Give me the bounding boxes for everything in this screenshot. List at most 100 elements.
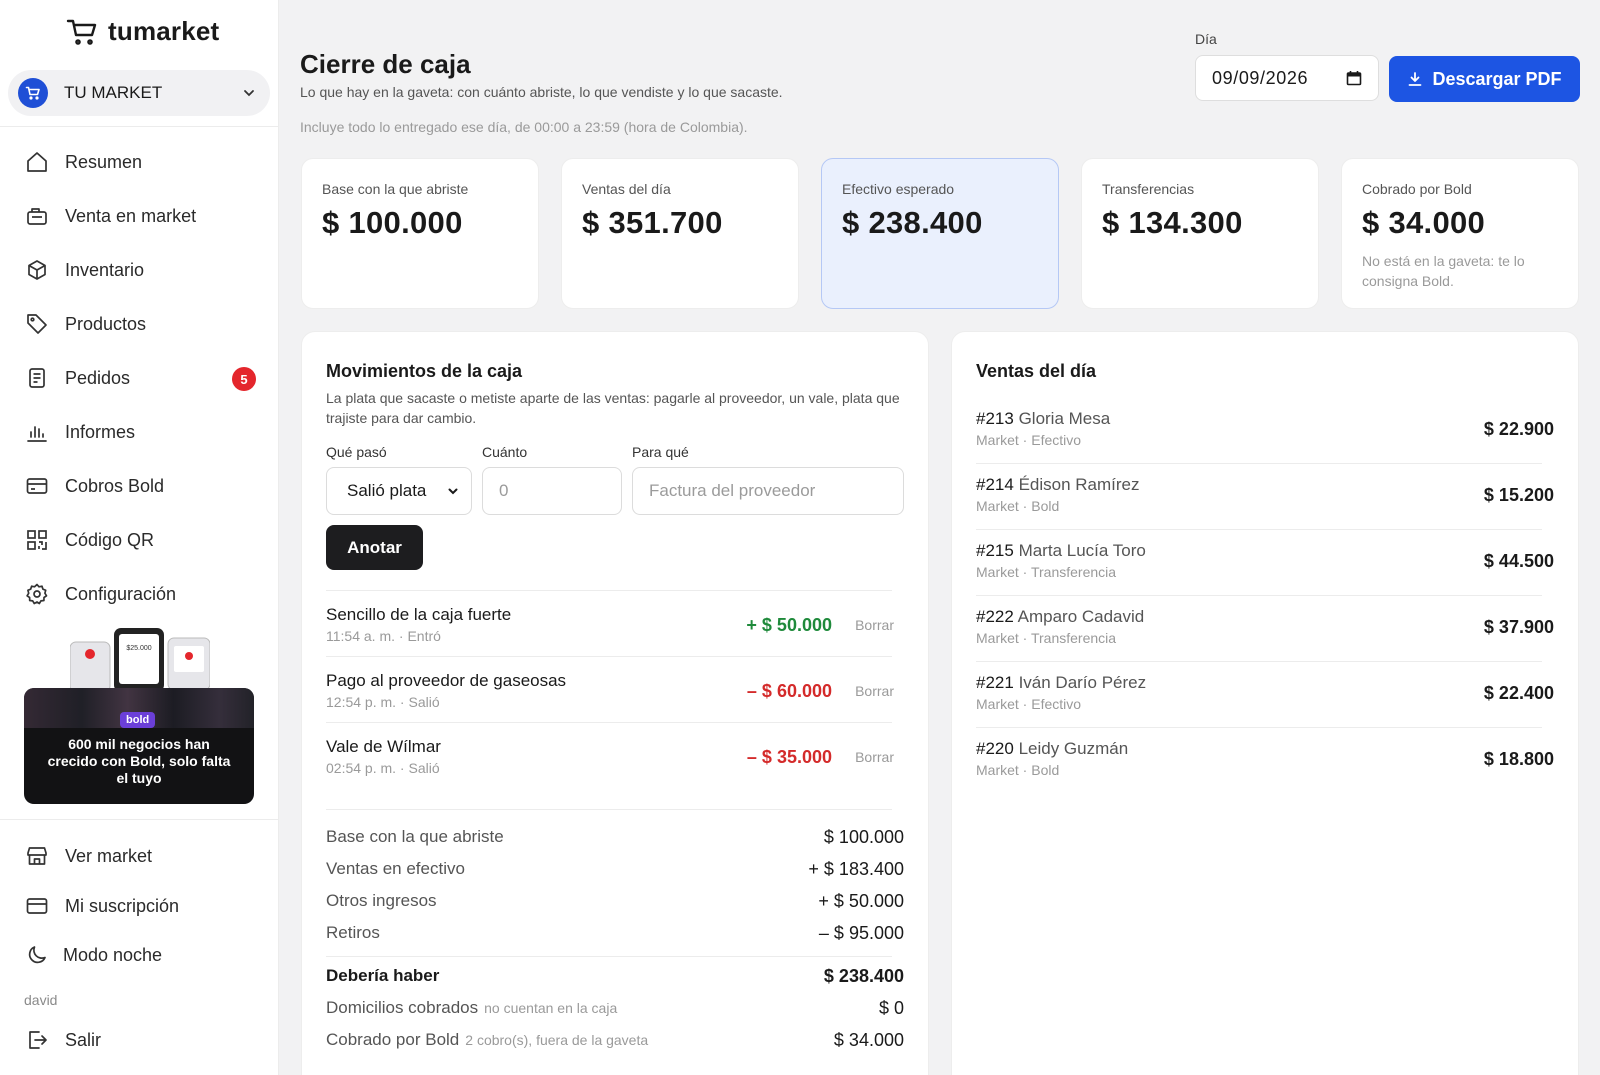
sidebar-item-resumen[interactable]: Resumen (24, 142, 260, 182)
total-value: $ 238.400 (823, 966, 904, 986)
movement-amount: + $ 50.000 (746, 615, 832, 635)
movement-name: Vale de Wílmar (326, 737, 441, 756)
summary-label: Domicilios cobrados (326, 998, 479, 1017)
sale-amount: $ 44.500 (1483, 551, 1554, 571)
sidebar-item-ver-market[interactable]: Ver market (24, 836, 260, 876)
date-value: 09/09/2026 (1212, 67, 1309, 88)
date-picker-input[interactable]: 09/09/2026 (1195, 55, 1379, 101)
promo-text: 600 mil negocios han crecido con Bold, s… (47, 736, 231, 786)
panel-title: Movimientos de la caja (326, 361, 523, 381)
divider (976, 529, 1542, 530)
anotar-button[interactable]: Anotar (326, 525, 423, 570)
sale-number: #222 (976, 607, 1014, 626)
sidebar-item-cobros-bold[interactable]: Cobros Bold (24, 466, 260, 506)
store-name: TU MARKET (64, 83, 163, 102)
night-mode-toggle[interactable]: Modo noche (24, 935, 260, 975)
tag-icon (24, 311, 50, 337)
sale-number: #215 (976, 541, 1014, 560)
sale-title: #222 Amparo Cadavid (976, 607, 1144, 627)
cash-register-icon (24, 203, 50, 229)
divider (976, 727, 1542, 728)
movement-amount: – $ 35.000 (746, 747, 832, 767)
sale-number: #213 (976, 409, 1014, 428)
divider (326, 722, 892, 723)
sidebar-item-label: Mi suscripción (65, 895, 180, 916)
user-name: david (24, 992, 58, 1008)
sidebar-item-pedidos[interactable]: Pedidos 5 (24, 358, 260, 398)
sale-customer: Iván Darío Pérez (1018, 673, 1147, 692)
moon-icon (24, 942, 50, 968)
sale-customer: Leidy Guzmán (1018, 739, 1129, 758)
stat-value: $ 100.000 (322, 205, 463, 240)
stat-card-base: Base con la que abriste $ 100.000 (301, 158, 539, 309)
type-label: Qué pasó (326, 444, 387, 460)
stat-label: Transferencias (1102, 181, 1195, 197)
sidebar-item-mi-suscripcion[interactable]: Mi suscripción (24, 886, 260, 926)
sidebar-item-label: Productos (65, 313, 147, 334)
delete-movement-button[interactable]: Borrar (855, 749, 894, 765)
stat-card-transferencias: Transferencias $ 134.300 (1081, 158, 1319, 309)
panel-title: Ventas del día (976, 361, 1097, 381)
summary-hint: no cuentan en la caja (484, 1000, 618, 1016)
page-subtitle: Lo que hay en la gaveta: con cuánto abri… (300, 84, 783, 100)
brand-name: tumarket (108, 16, 220, 46)
download-pdf-button[interactable]: Descargar PDF (1389, 56, 1580, 102)
download-pdf-label: Descargar PDF (1432, 68, 1562, 89)
panel-description: La plata que sacaste o metiste aparte de… (326, 390, 900, 426)
home-icon (24, 149, 50, 175)
promo-card[interactable]: bold 600 mil negocios han crecido con Bo… (24, 688, 254, 804)
summary-hint: 2 cobro(s), fuera de la gaveta (465, 1032, 649, 1048)
bar-chart-icon (24, 419, 50, 445)
sidebar-item-label: Resumen (65, 151, 143, 172)
store-selector[interactable]: TU MARKET (8, 70, 270, 116)
calendar-icon[interactable] (1346, 70, 1362, 86)
purpose-input[interactable]: Factura del proveedor (632, 467, 904, 515)
sale-meta: Market · Efectivo (976, 696, 1082, 712)
movement-type-select[interactable]: Salió plata (326, 467, 472, 515)
delete-movement-button[interactable]: Borrar (855, 617, 894, 633)
sidebar-item-label: Inventario (65, 259, 145, 280)
logout-icon (24, 1027, 50, 1053)
sidebar-item-inventario[interactable]: Inventario (24, 250, 260, 290)
sale-title: #221 Iván Darío Pérez (976, 673, 1146, 693)
store-icon (24, 843, 50, 869)
brand-logo[interactable]: tumarket (66, 16, 219, 47)
chevron-down-icon (244, 90, 254, 97)
sidebar-item-informes[interactable]: Informes (24, 412, 260, 452)
summary-label: Otros ingresos (326, 891, 437, 910)
delete-movement-button[interactable]: Borrar (855, 683, 894, 699)
sidebar-item-codigo-qr[interactable]: Código QR (24, 520, 260, 560)
summary-label: Ventas en efectivo (326, 859, 465, 878)
download-icon (1409, 72, 1422, 86)
sidebar-item-productos[interactable]: Productos (24, 304, 260, 344)
sale-customer: Marta Lucía Toro (1018, 541, 1146, 560)
box-icon (24, 257, 50, 283)
divider (976, 595, 1542, 596)
sale-number: #221 (976, 673, 1014, 692)
amount-input[interactable]: 0 (482, 467, 622, 515)
stat-value: $ 351.700 (582, 205, 723, 240)
bold-promo-banner[interactable]: $25.000 bold 600 mil negocios han crecid… (24, 626, 254, 804)
chevron-down-icon (448, 488, 458, 495)
summary-value: $ 100.000 (823, 827, 904, 847)
sidebar-item-configuracion[interactable]: Configuración (24, 574, 260, 614)
sale-amount: $ 37.900 (1483, 617, 1554, 637)
daily-sales-panel: Ventas del día #213 Gloria Mesa Market ·… (951, 331, 1579, 1075)
sale-customer: Amparo Cadavid (1017, 607, 1145, 626)
sale-meta: Market · Bold (976, 762, 1060, 778)
cash-movements-panel: Movimientos de la caja La plata que saca… (301, 331, 929, 1075)
page-title: Cierre de caja (300, 49, 471, 79)
stat-card-efectivo-esperado: Efectivo esperado $ 238.400 (821, 158, 1059, 309)
sale-meta: Market · Efectivo (976, 432, 1082, 448)
stat-label: Efectivo esperado (842, 181, 955, 197)
logout-button[interactable]: Salir (24, 1020, 260, 1060)
divider (976, 661, 1542, 662)
sale-customer: Édison Ramírez (1018, 475, 1140, 494)
sale-number: #214 (976, 475, 1014, 494)
summary-label: Retiros (326, 923, 380, 942)
divider (326, 590, 892, 591)
divider (326, 656, 892, 657)
movement-meta: 12:54 p. m. · Salió (326, 694, 440, 710)
sidebar-item-label: Venta en market (65, 205, 197, 226)
sidebar-item-venta-en-market[interactable]: Venta en market (24, 196, 260, 236)
